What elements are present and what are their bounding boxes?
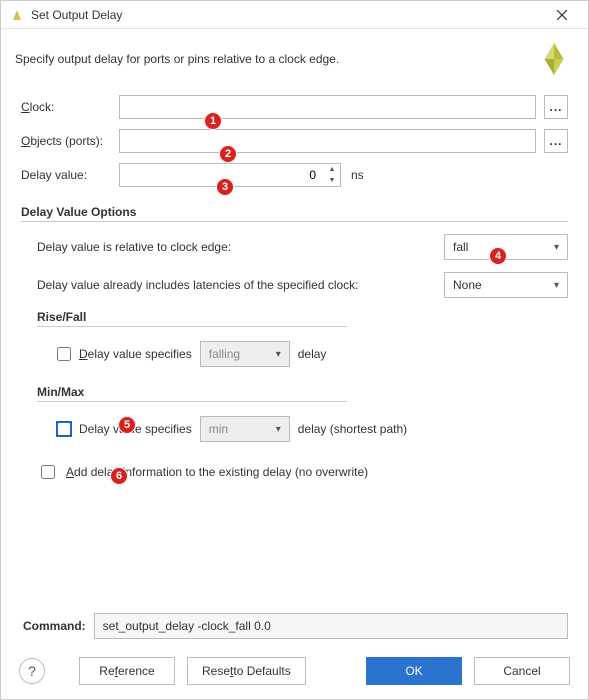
footer: ? Reference Reset to Defaults OK Cancel — [19, 657, 570, 685]
app-icon — [9, 7, 25, 23]
min-max-checkbox[interactable] — [57, 422, 71, 436]
relative-edge-label: Delay value is relative to clock edge: — [37, 240, 444, 254]
add-info-checkbox[interactable] — [41, 465, 55, 479]
min-max-rule — [37, 401, 347, 402]
min-max-suffix: delay (shortest path) — [298, 422, 407, 436]
add-info-row: Add delay information to the existing de… — [37, 462, 568, 482]
delay-value-label: Delay value: — [21, 168, 119, 182]
rise-fall-checkbox[interactable] — [57, 347, 71, 361]
rise-fall-select: falling ▾ — [200, 341, 290, 367]
delay-value-row: Delay value: ▲ ▼ ns — [21, 163, 568, 187]
relative-edge-select[interactable]: fall ▾ — [444, 234, 568, 260]
relative-edge-row: Delay value is relative to clock edge: f… — [37, 234, 568, 260]
min-max-checkbox-label: Delay value specifies — [79, 422, 192, 436]
tool-logo-icon — [534, 39, 574, 79]
clock-input[interactable] — [119, 95, 536, 119]
options-section-title: Delay Value Options — [21, 205, 568, 219]
header: Specify output delay for ports or pins r… — [1, 29, 588, 89]
spin-down-button[interactable]: ▼ — [324, 175, 340, 186]
title-bar: Set Output Delay — [1, 1, 588, 29]
reset-button[interactable]: Reset to Defaults — [187, 657, 306, 685]
command-text: set_output_delay -clock_fall 0.0 — [94, 613, 568, 639]
clock-label: Clock: — [21, 100, 119, 114]
objects-input[interactable] — [119, 129, 536, 153]
chevron-down-icon: ▾ — [554, 242, 559, 253]
min-max-title: Min/Max — [37, 385, 568, 399]
chevron-down-icon: ▾ — [276, 424, 281, 435]
objects-browse-button[interactable]: ... — [544, 129, 568, 153]
latencies-row: Delay value already includes latencies o… — [37, 272, 568, 298]
delay-value-spinner: ▲ ▼ — [119, 163, 341, 187]
rise-fall-rule — [37, 326, 347, 327]
rise-fall-section: Rise/Fall Delay value specifies falling … — [37, 310, 568, 367]
min-max-row: Delay value specifies min ▾ delay (short… — [57, 416, 568, 442]
options-section-rule — [21, 221, 568, 222]
min-max-select: min ▾ — [200, 416, 290, 442]
chevron-down-icon: ▾ — [554, 280, 559, 291]
delay-value-input[interactable] — [119, 163, 341, 187]
delay-unit-label: ns — [351, 168, 364, 182]
spin-up-button[interactable]: ▲ — [324, 164, 340, 175]
content-area: Clock: ... Objects (ports): ... Delay va… — [1, 89, 588, 482]
spinner-buttons: ▲ ▼ — [324, 164, 340, 186]
rise-fall-suffix: delay — [298, 347, 327, 361]
close-button[interactable] — [542, 3, 582, 27]
objects-label: Objects (ports): — [21, 134, 119, 148]
min-max-section: Min/Max Delay value specifies min ▾ dela… — [37, 385, 568, 442]
command-row: Command: set_output_delay -clock_fall 0.… — [23, 613, 568, 639]
window-title: Set Output Delay — [31, 8, 542, 22]
latencies-label: Delay value already includes latencies o… — [37, 278, 444, 292]
latencies-select[interactable]: None ▾ — [444, 272, 568, 298]
reference-button[interactable]: Reference — [79, 657, 175, 685]
add-info-label: Add delay information to the existing de… — [66, 465, 368, 479]
clock-row: Clock: ... — [21, 95, 568, 119]
ok-button[interactable]: OK — [366, 657, 462, 685]
help-button[interactable]: ? — [19, 658, 45, 684]
objects-row: Objects (ports): ... — [21, 129, 568, 153]
chevron-down-icon: ▾ — [276, 349, 281, 360]
rise-fall-title: Rise/Fall — [37, 310, 568, 324]
clock-browse-button[interactable]: ... — [544, 95, 568, 119]
rise-fall-row: Delay value specifies falling ▾ delay — [57, 341, 568, 367]
header-description: Specify output delay for ports or pins r… — [15, 52, 534, 66]
command-label: Command: — [23, 619, 86, 633]
rise-fall-checkbox-label: Delay value specifies — [79, 347, 192, 361]
cancel-button[interactable]: Cancel — [474, 657, 570, 685]
